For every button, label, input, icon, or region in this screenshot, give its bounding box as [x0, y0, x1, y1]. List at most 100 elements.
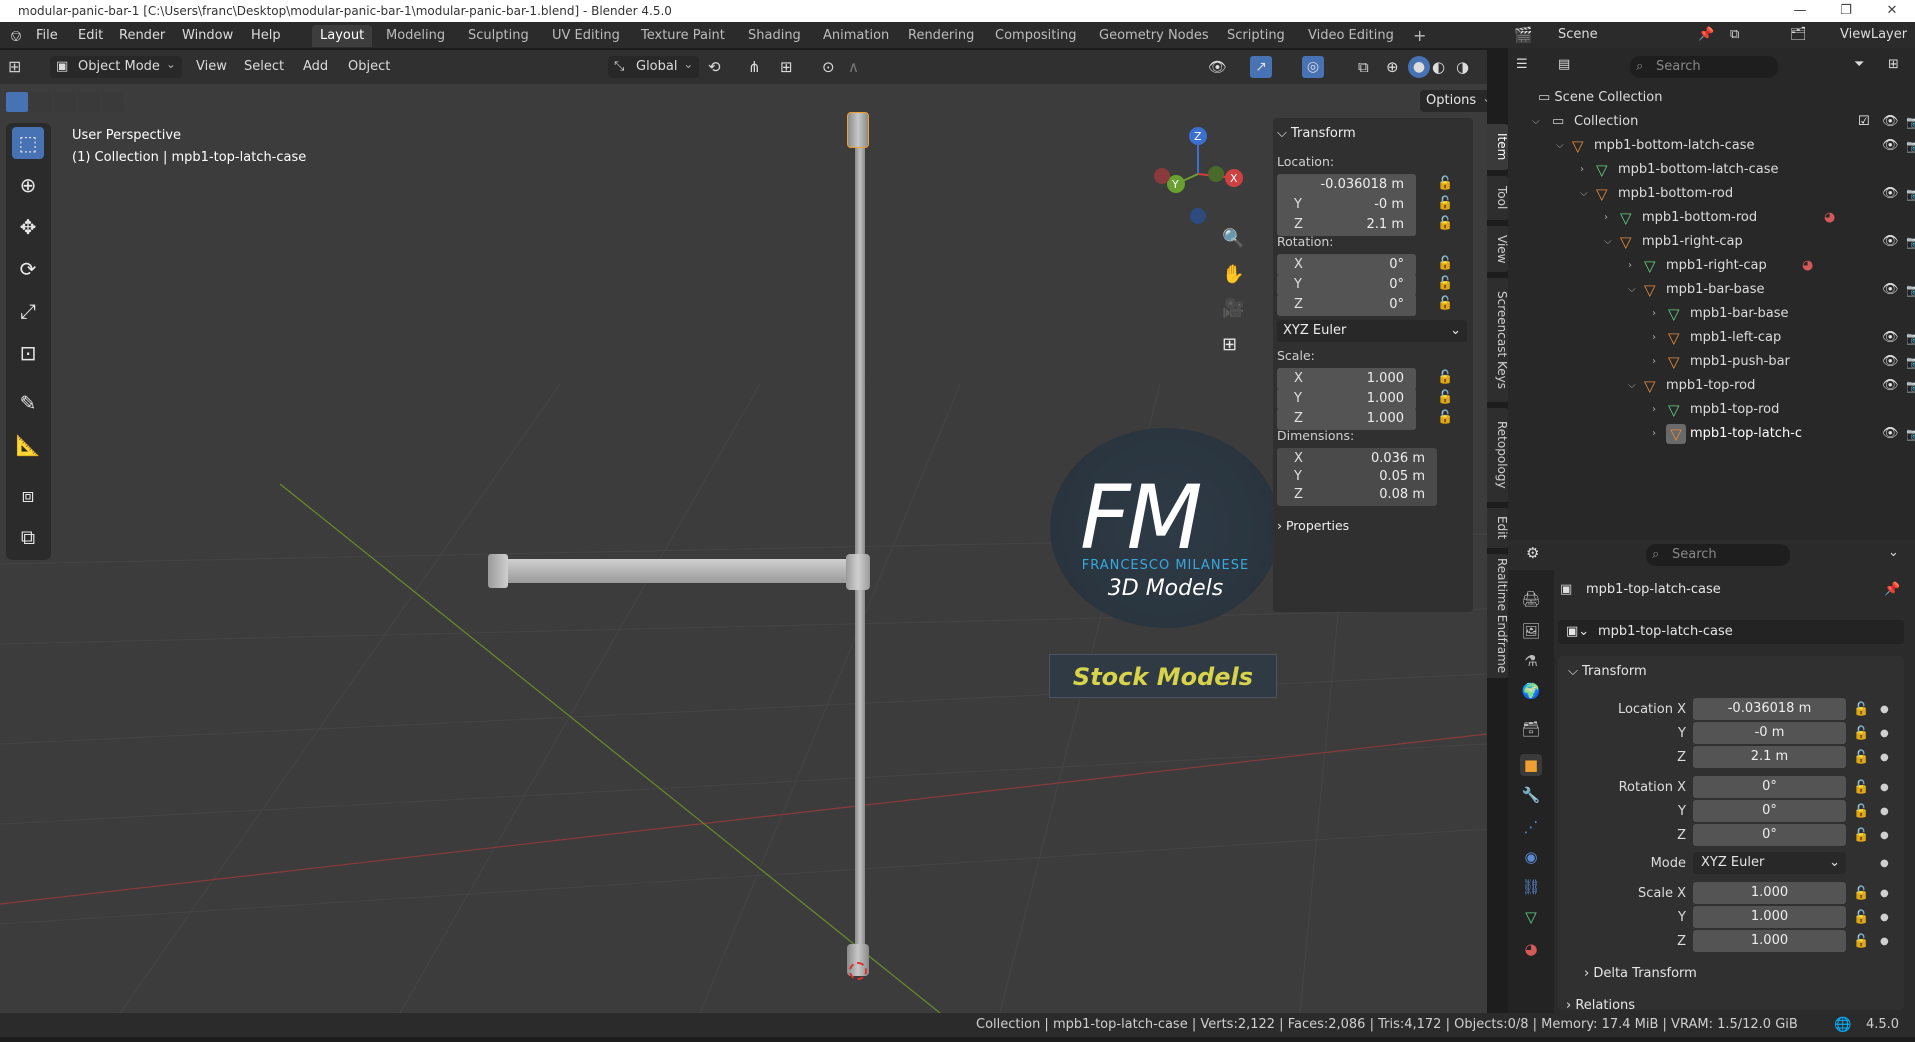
properties-search-input[interactable]: ⌕ Search: [1646, 544, 1790, 566]
gizmo-toggle-icon[interactable]: ↗: [1250, 56, 1272, 78]
snap-icon[interactable]: ⋔: [748, 56, 761, 78]
lock-icon[interactable]: 🔓: [1853, 750, 1869, 765]
constraints-icon[interactable]: ⛓: [1520, 876, 1542, 898]
new-collection-icon[interactable]: ⊞: [1888, 54, 1899, 76]
select-subtract-icon[interactable]: [54, 92, 76, 112]
tab-layout[interactable]: Layout: [312, 25, 373, 47]
keyframe-dot-icon[interactable]: ●: [1880, 728, 1889, 739]
location-y-field[interactable]: Y -0 m: [1277, 194, 1416, 216]
cursor-icon[interactable]: ⊕: [12, 169, 44, 201]
outliner-row-mesh[interactable]: › ▽ mpb1-bottom-latch-case: [1580, 158, 1880, 182]
new-scene-icon[interactable]: ⧉: [1730, 24, 1739, 46]
select-intersect-icon[interactable]: [102, 92, 124, 112]
tab-retopology[interactable]: Retopology: [1487, 408, 1509, 502]
eye-icon[interactable]: 👁: [1882, 422, 1899, 446]
modifier-icon[interactable]: 🔧: [1520, 784, 1542, 806]
keyframe-dot-icon[interactable]: ●: [1880, 858, 1889, 869]
output-icon[interactable]: 🖼: [1520, 620, 1542, 642]
lock-icon[interactable]: 🔓: [1853, 804, 1869, 819]
rotation-mode-dropdown[interactable]: XYZ Euler ⌄: [1277, 320, 1467, 342]
chevron-down-icon[interactable]: ⌄: [1888, 542, 1899, 564]
eye-icon[interactable]: 👁: [1882, 278, 1899, 302]
dimensions-z-field[interactable]: Z 0.08 m: [1277, 484, 1437, 506]
tab-item[interactable]: Item: [1487, 124, 1509, 170]
3d-viewport[interactable]: ⬚ ⊕ ✥ ⟳ ⤢ ⊡ ✎ 📐 ⧈ ⧉ User Perspective (1)…: [0, 84, 1487, 1013]
ortho-grid-icon[interactable]: ⊞: [1222, 334, 1237, 355]
rotate-icon[interactable]: ⟳: [12, 253, 44, 285]
transform-section-header[interactable]: ⌵ Transform: [1568, 664, 1647, 679]
add-primitive-icon[interactable]: ⧉: [12, 521, 44, 553]
3d-cursor-icon[interactable]: [849, 962, 867, 980]
pan-hand-icon[interactable]: ✋: [1222, 264, 1244, 285]
left-cap[interactable]: [488, 554, 508, 588]
outliner-row-object-active[interactable]: › ▽ mpb1-top-latch-c 👁 📷: [1652, 422, 1915, 446]
tab-screencast-keys[interactable]: Screencast Keys: [1487, 278, 1509, 402]
tab-uv-editing[interactable]: UV Editing: [544, 25, 628, 47]
collection-props-icon[interactable]: 🗃: [1520, 718, 1542, 740]
keyframe-dot-icon[interactable]: ●: [1880, 704, 1889, 715]
material-props-icon[interactable]: ◕: [1520, 938, 1542, 960]
top-latch-case[interactable]: [847, 112, 869, 148]
right-cap[interactable]: [846, 554, 870, 590]
render-icon[interactable]: 🖨: [1520, 588, 1542, 610]
camera-icon[interactable]: 📷: [1906, 326, 1915, 350]
visibility-icon[interactable]: 👁: [1208, 56, 1227, 78]
pin-icon[interactable]: 📌: [1884, 582, 1900, 597]
outliner-row-mesh[interactable]: › ▽ mpb1-bar-base: [1652, 302, 1912, 326]
menu-help[interactable]: Help: [245, 26, 287, 46]
rotation-y-field[interactable]: Y 0°: [1277, 274, 1416, 296]
data-icon[interactable]: ▽: [1520, 906, 1542, 928]
material-shading-icon[interactable]: ◐: [1432, 56, 1445, 78]
lock-icon[interactable]: 🔓: [1437, 276, 1455, 294]
outliner-row-object[interactable]: ⌵ ▽ mpb1-right-cap 👁 📷: [1604, 230, 1915, 254]
tab-video-editing[interactable]: Video Editing: [1300, 25, 1402, 47]
lock-icon[interactable]: 🔓: [1853, 702, 1869, 717]
scale-x-field[interactable]: X 1.000: [1277, 368, 1416, 390]
pivot-icon[interactable]: ⟲: [708, 56, 721, 78]
menu-edit[interactable]: Edit: [72, 26, 109, 46]
tab-shading[interactable]: Shading: [740, 25, 809, 47]
outliner-row-collection[interactable]: ⌵ ▭ Collection ☑ 👁 📷: [1532, 110, 1915, 134]
eye-icon[interactable]: 👁: [1882, 350, 1899, 374]
keyframe-dot-icon[interactable]: ●: [1880, 912, 1889, 923]
blender-logo-icon[interactable]: ⎊: [4, 26, 28, 46]
keyframe-dot-icon[interactable]: ●: [1880, 830, 1889, 841]
menu-file[interactable]: File: [30, 26, 64, 46]
tab-scripting[interactable]: Scripting: [1219, 25, 1293, 47]
prop-rotation-x[interactable]: 0°: [1693, 776, 1846, 798]
add-workspace-button[interactable]: +: [1405, 25, 1434, 47]
overlay-toggle-icon[interactable]: ◎: [1302, 56, 1324, 78]
rotation-mode-dropdown[interactable]: XYZ Euler ⌄: [1693, 852, 1846, 874]
menu-window[interactable]: Window: [176, 26, 239, 46]
delta-transform-header[interactable]: › Delta Transform: [1584, 966, 1697, 981]
tab-geometry-nodes[interactable]: Geometry Nodes: [1091, 25, 1217, 47]
maximize-button[interactable]: ❐: [1823, 0, 1869, 22]
world-icon[interactable]: 🌍: [1520, 680, 1542, 702]
scene-icon[interactable]: 🎬: [1514, 24, 1533, 46]
tab-texture-paint[interactable]: Texture Paint: [633, 25, 733, 47]
keyframe-dot-icon[interactable]: ●: [1880, 936, 1889, 947]
menu-select[interactable]: Select: [244, 56, 284, 78]
lock-icon[interactable]: 🔓: [1437, 410, 1455, 428]
tab-tool[interactable]: Tool: [1487, 176, 1509, 220]
eye-icon[interactable]: 👁: [1882, 374, 1899, 398]
push-bar[interactable]: [490, 559, 860, 583]
options-dropdown[interactable]: Options: [1420, 87, 1487, 112]
keyframe-dot-icon[interactable]: ●: [1880, 752, 1889, 763]
snap-target-icon[interactable]: ⊞: [780, 56, 793, 78]
tab-rendering[interactable]: Rendering: [900, 25, 982, 47]
lock-icon[interactable]: 🔓: [1437, 176, 1455, 194]
menu-render[interactable]: Render: [113, 26, 171, 46]
navigation-gizmo[interactable]: Z X Y: [1140, 124, 1260, 234]
camera-icon[interactable]: 📷: [1906, 350, 1915, 374]
camera-icon[interactable]: 📷: [1906, 110, 1915, 134]
menu-view[interactable]: View: [196, 56, 227, 78]
filter-icon[interactable]: ⏷: [1854, 54, 1864, 76]
solid-shading-icon[interactable]: ●: [1408, 56, 1430, 78]
properties-panel-header[interactable]: › Properties: [1277, 518, 1349, 533]
physics-icon[interactable]: ◉: [1520, 846, 1542, 868]
particles-icon[interactable]: ⋰: [1520, 816, 1542, 838]
mode-dropdown[interactable]: ▣ Object Mode: [50, 53, 182, 78]
tab-animation[interactable]: Animation: [815, 25, 897, 47]
tab-edit[interactable]: Edit: [1487, 508, 1509, 548]
